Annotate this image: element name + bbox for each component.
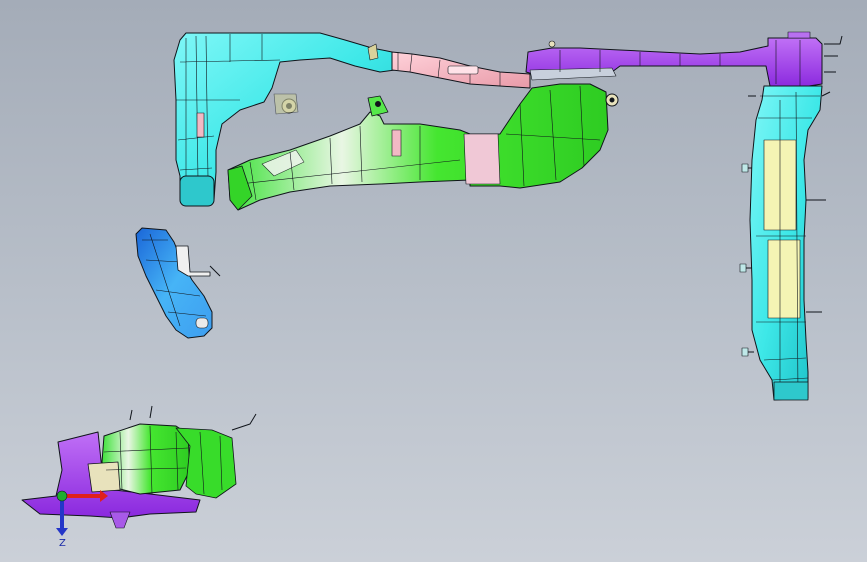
- part-cyan-duct-vertical-right[interactable]: [739, 85, 831, 401]
- part-pink-connector[interactable]: [367, 43, 531, 89]
- cad-viewport[interactable]: Z: [0, 0, 867, 562]
- part-blue-duct-small[interactable]: [135, 227, 221, 339]
- part-hvac-assembly[interactable]: [21, 405, 257, 529]
- z-axis-label: Z: [59, 538, 66, 549]
- origin-sphere-icon: [56, 490, 68, 502]
- cad-scene[interactable]: Z: [0, 0, 867, 562]
- part-purple-duct-top[interactable]: [525, 31, 843, 89]
